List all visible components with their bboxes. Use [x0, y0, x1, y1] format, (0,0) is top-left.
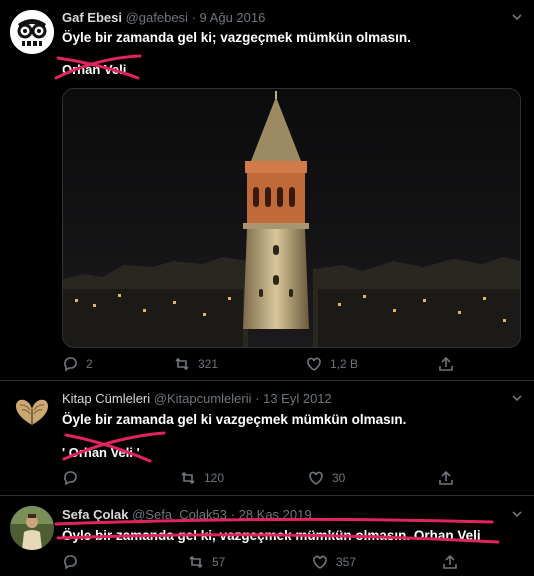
retweet-count: 321 — [198, 357, 219, 371]
share-button[interactable] — [438, 470, 454, 486]
separator: · — [255, 391, 260, 406]
retweet-icon — [189, 555, 203, 569]
galata-tower-image — [63, 89, 520, 347]
like-button[interactable]: 30 — [308, 470, 345, 486]
reply-count: 2 — [86, 357, 93, 371]
chevron-down-icon[interactable] — [510, 391, 524, 408]
nerd-face-icon — [10, 10, 54, 54]
strikethrough-mark — [54, 54, 142, 80]
author-handle[interactable]: @gafebesi — [126, 10, 188, 25]
like-button[interactable]: 357 — [312, 554, 356, 570]
tweet-header: Kitap Cümleleri @Kitapcumlelerii · 13 Ey… — [62, 391, 332, 406]
separator: · — [191, 10, 196, 25]
share-button[interactable] — [442, 554, 458, 570]
like-count: 357 — [336, 555, 357, 569]
retweet-icon — [181, 471, 195, 485]
share-icon — [439, 470, 453, 485]
author-name[interactable]: Gaf Ebesi — [62, 10, 122, 25]
tweet-text: Öyle bir zamanda gel ki vazgeçmek mümkün… — [62, 412, 407, 427]
like-count: 30 — [332, 471, 346, 485]
heart-icon — [309, 471, 323, 485]
retweet-button[interactable]: 321 — [174, 356, 218, 372]
avatar-gaf-ebesi[interactable] — [10, 10, 54, 54]
tweet-actions: 57 357 — [62, 554, 502, 570]
avatar-kitap-cumleleri[interactable] — [10, 391, 54, 435]
tweet-image[interactable] — [62, 88, 521, 348]
reply-button[interactable] — [62, 554, 78, 570]
like-count: 1,2 B — [330, 357, 359, 371]
heart-icon — [307, 357, 321, 371]
strikethrough-mark — [62, 431, 166, 463]
share-icon — [439, 356, 453, 371]
heart-icon — [313, 555, 327, 569]
strikethrough-mark — [54, 517, 500, 544]
author-name[interactable]: Kitap Cümleleri — [62, 391, 150, 406]
tweet-sefa-colak[interactable]: Sefa Çolak @Sefa_Colak53 · 28 Kas 2019 Ö… — [0, 496, 534, 576]
person-photo-icon — [10, 506, 54, 550]
book-heart-icon — [10, 391, 54, 435]
reply-icon — [64, 471, 77, 486]
share-icon — [443, 554, 457, 569]
reply-icon — [64, 357, 77, 372]
retweet-button[interactable]: 57 — [188, 554, 225, 570]
tweet-actions: 2 321 1,2 B — [62, 356, 502, 372]
chevron-down-icon[interactable] — [510, 10, 524, 27]
tweet-gaf-ebesi[interactable]: Gaf Ebesi @gafebesi · 9 Ağu 2016 Öyle bi… — [0, 0, 534, 381]
retweet-icon — [175, 357, 189, 371]
reply-button[interactable]: 2 — [62, 356, 93, 372]
retweet-count: 120 — [204, 471, 225, 485]
avatar-sefa-colak[interactable] — [10, 506, 54, 550]
tweet-date[interactable]: 9 Ağu 2016 — [200, 10, 266, 25]
tweet-date[interactable]: 13 Eyl 2012 — [263, 391, 332, 406]
retweet-count: 57 — [212, 555, 226, 569]
tweet-actions: 120 30 — [62, 470, 502, 486]
reply-icon — [64, 555, 77, 570]
tweet-kitap-cumleleri[interactable]: Kitap Cümleleri @Kitapcumlelerii · 13 Ey… — [0, 381, 534, 496]
like-button[interactable]: 1,2 B — [306, 356, 358, 372]
retweet-button[interactable]: 120 — [180, 470, 224, 486]
tweet-header: Gaf Ebesi @gafebesi · 9 Ağu 2016 — [62, 10, 265, 25]
share-button[interactable] — [438, 356, 454, 372]
reply-button[interactable] — [62, 470, 78, 486]
chevron-down-icon[interactable] — [510, 507, 524, 524]
author-handle[interactable]: @Kitapcumlelerii — [154, 391, 252, 406]
tweet-text: Öyle bir zamanda gel ki; vazgeçmek mümkü… — [62, 30, 411, 45]
